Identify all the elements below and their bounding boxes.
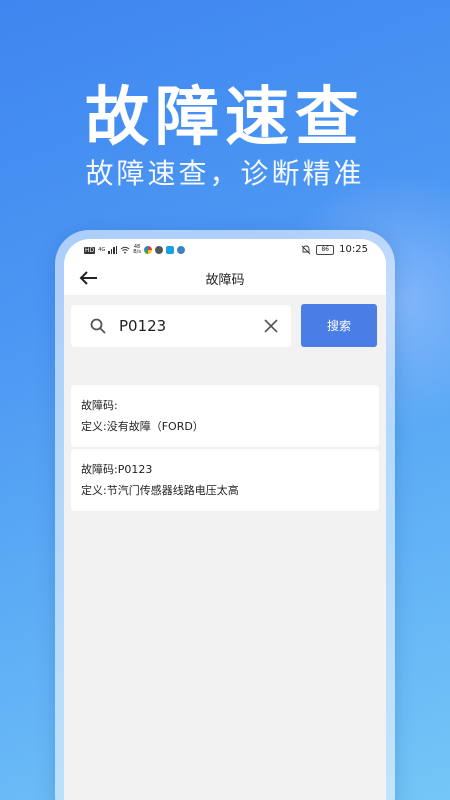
search-box[interactable] — [71, 305, 291, 347]
clock: 10:25 — [339, 244, 368, 255]
status-bar: HD 4G 48 B/s 86 10:25 — [64, 239, 386, 261]
fault-code-line: 故障码: — [81, 399, 118, 412]
status-bar-right: 86 10:25 — [301, 244, 368, 255]
fault-code-line: 故障码:P0123 — [81, 463, 153, 476]
phone-frame: HD 4G 48 B/s 86 10:25 故障码 P0123 搜索 故障码: … — [55, 230, 395, 800]
phone-screen: HD 4G 48 B/s 86 10:25 故障码 P0123 搜索 故障码: … — [64, 239, 386, 800]
search-button[interactable]: 搜索 — [301, 304, 377, 347]
clear-icon[interactable] — [263, 318, 279, 334]
mute-bell-icon — [301, 245, 311, 254]
message-icon — [154, 246, 163, 254]
search-row: 搜索 — [64, 295, 386, 359]
wifi-icon — [120, 246, 130, 254]
title-bar: 故障码 — [64, 261, 386, 295]
list-item[interactable]: 故障码: 定义:没有故障（FORD） — [71, 385, 379, 447]
list-item[interactable]: 故障码:P0123 定义:节汽门传感器线路电压太高 — [71, 449, 379, 511]
battery-icon: 86 — [316, 244, 335, 255]
cloud-icon — [165, 246, 174, 254]
search-input[interactable] — [119, 305, 259, 347]
status-bar-left: HD 4G 48 B/s — [84, 245, 185, 255]
signal-icon — [108, 246, 118, 254]
promo-background: 故障速查 故障速查，诊断精准 HD 4G 48 B/s 86 10:25 故障码… — [0, 0, 450, 800]
app-notification-icon — [143, 246, 152, 254]
browser-icon — [176, 246, 185, 254]
hd-icon: HD — [84, 246, 96, 254]
definition-line: 定义:没有故障（FORD） — [81, 420, 204, 433]
search-icon — [90, 318, 106, 334]
results-list: 故障码: 定义:没有故障（FORD） 故障码:P0123 定义:节汽门传感器线路… — [71, 385, 379, 513]
promo-headline: 故障速查 — [85, 81, 365, 155]
promo-subline: 故障速查，诊断精准 — [85, 157, 365, 190]
page-title: 故障码 — [205, 273, 245, 288]
network-speed: 48 B/s — [133, 244, 141, 255]
network-type: 4G — [98, 247, 106, 253]
definition-line: 定义:节汽门传感器线路电压太高 — [81, 484, 239, 497]
